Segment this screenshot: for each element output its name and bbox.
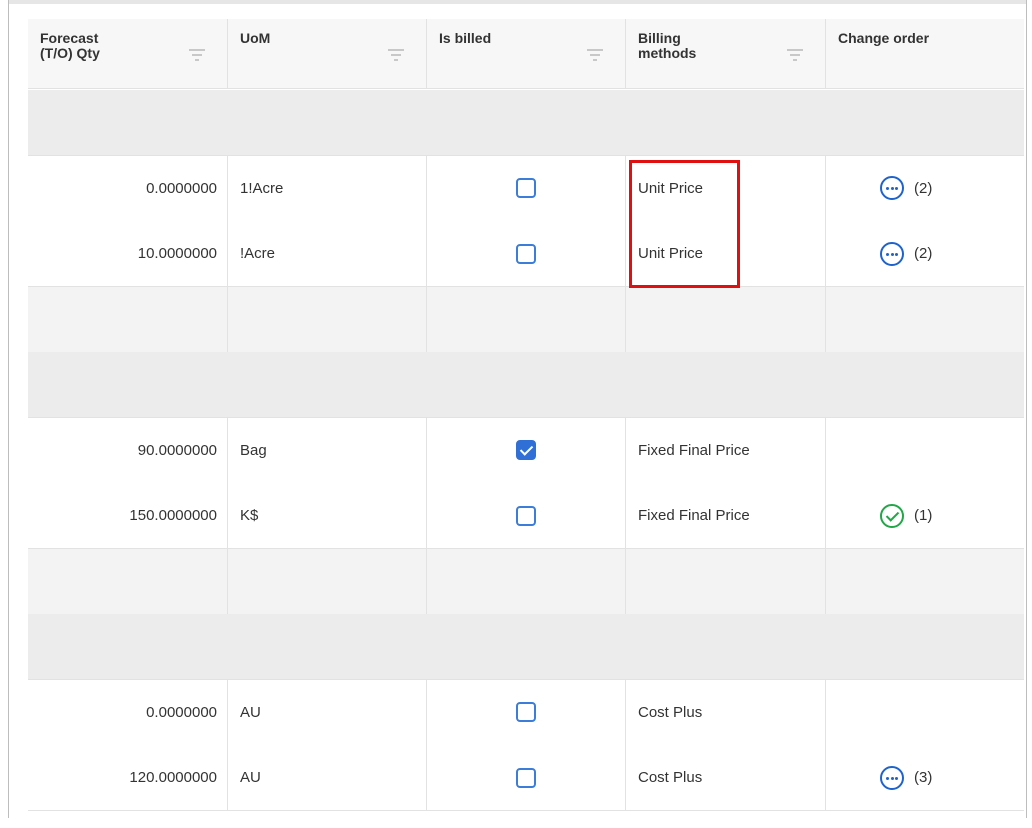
ellipsis-circle-icon[interactable]	[880, 241, 904, 266]
empty-cell	[626, 548, 826, 614]
uom-cell: 1!Acre	[228, 155, 427, 221]
group-header-row[interactable]	[28, 352, 1024, 418]
billing-method-cell: Cost Plus	[626, 679, 826, 745]
is-billed-cell	[427, 155, 626, 221]
table-row[interactable]: 120.0000000 AU Cost Plus (3)	[28, 745, 1024, 811]
filter-icon[interactable]	[189, 49, 205, 61]
billing-method-cell: Cost Plus	[626, 745, 826, 810]
is-billed-checkbox[interactable]	[516, 440, 536, 460]
ellipsis-circle-icon[interactable]	[880, 765, 904, 790]
forecast-qty-cell: 10.0000000	[28, 221, 228, 286]
change-order-cell	[826, 418, 1024, 483]
uom-cell: !Acre	[228, 221, 427, 286]
is-billed-checkbox[interactable]	[516, 243, 536, 264]
is-billed-checkbox[interactable]	[516, 702, 536, 722]
empty-cell	[228, 286, 427, 352]
column-header-billing-methods[interactable]: Billing methods	[626, 19, 826, 88]
change-order-cell: (2)	[826, 221, 1024, 286]
forecast-qty-cell: 120.0000000	[28, 745, 228, 810]
change-order-count: (3)	[914, 769, 933, 786]
is-billed-cell	[427, 745, 626, 810]
empty-cell	[626, 286, 826, 352]
subtotal-row[interactable]	[28, 286, 1024, 353]
forecast-qty-cell: 150.0000000	[28, 483, 228, 548]
column-header-change-order[interactable]: Change order	[826, 19, 1024, 88]
is-billed-cell	[427, 679, 626, 745]
change-order-cell: (2)	[826, 156, 1024, 221]
change-order-count: (2)	[914, 245, 933, 262]
billing-method-cell: Unit Price	[626, 221, 826, 286]
table-row[interactable]: 150.0000000 K$ Fixed Final Price (1)	[28, 483, 1024, 549]
change-order-cell: (3)	[826, 745, 1024, 810]
table-row[interactable]: 0.0000000 1!Acre Unit Price (2)	[28, 155, 1024, 222]
filter-icon[interactable]	[587, 49, 603, 61]
is-billed-checkbox[interactable]	[516, 178, 536, 198]
uom-cell: AU	[228, 679, 427, 745]
subtotal-row[interactable]	[28, 548, 1024, 615]
change-order-button[interactable]: (2)	[880, 176, 932, 200]
change-order-cell	[826, 680, 1024, 745]
column-label: Billing methods	[638, 30, 697, 61]
change-order-cell: (1)	[826, 483, 1024, 548]
uom-cell: K$	[228, 483, 427, 548]
is-billed-cell	[427, 417, 626, 483]
column-label: UoM	[240, 30, 271, 46]
frame-bottom-edge	[0, 818, 1032, 828]
ellipsis-circle-icon[interactable]	[880, 176, 904, 200]
change-order-count: (2)	[914, 179, 933, 197]
change-order-button[interactable]: (1)	[880, 503, 933, 528]
column-label: Change order	[838, 30, 930, 46]
group-header-row[interactable]	[28, 614, 1024, 680]
empty-cell	[427, 548, 626, 614]
change-order-count: (1)	[914, 507, 933, 524]
column-header-forecast-qty[interactable]: Forecast (T/O) Qty	[28, 19, 228, 88]
table-row[interactable]: 0.0000000 AU Cost Plus	[28, 679, 1024, 746]
change-order-button[interactable]: (2)	[880, 241, 933, 266]
empty-cell	[826, 287, 1024, 352]
billing-method-cell: Unit Price	[626, 155, 826, 221]
column-header-is-billed[interactable]: Is billed	[427, 19, 626, 88]
table-row[interactable]: 90.0000000 Bag Fixed Final Price	[28, 417, 1024, 484]
forecast-qty-cell: 0.0000000	[28, 679, 228, 745]
is-billed-cell	[427, 221, 626, 286]
empty-cell	[28, 286, 228, 352]
frame-right-border	[1026, 0, 1032, 828]
frame-top-border	[0, 0, 1032, 4]
filter-icon[interactable]	[388, 49, 404, 61]
empty-cell	[228, 548, 427, 614]
frame-left-border	[0, 0, 9, 828]
group-header-row[interactable]	[28, 90, 1024, 156]
table-row[interactable]: 10.0000000 !Acre Unit Price (2)	[28, 221, 1024, 287]
billing-method-cell: Fixed Final Price	[626, 417, 826, 483]
forecast-qty-cell: 90.0000000	[28, 417, 228, 483]
is-billed-checkbox[interactable]	[516, 767, 536, 788]
check-circle-icon[interactable]	[880, 503, 904, 528]
column-header-uom[interactable]: UoM	[228, 19, 427, 88]
billing-method-cell: Fixed Final Price	[626, 483, 826, 548]
uom-cell: AU	[228, 745, 427, 810]
is-billed-checkbox[interactable]	[516, 505, 536, 526]
forecast-qty-cell: 0.0000000	[28, 155, 228, 221]
uom-cell: Bag	[228, 417, 427, 483]
is-billed-cell	[427, 483, 626, 548]
column-label: Forecast (T/O) Qty	[40, 30, 100, 61]
grid-header: Forecast (T/O) Qty UoM Is billed Billing…	[28, 19, 1024, 89]
empty-cell	[826, 549, 1024, 614]
billing-grid: Forecast (T/O) Qty UoM Is billed Billing…	[28, 19, 1024, 819]
filter-icon[interactable]	[787, 49, 803, 61]
change-order-button[interactable]: (3)	[880, 765, 933, 790]
empty-cell	[427, 286, 626, 352]
column-label: Is billed	[439, 30, 492, 46]
empty-cell	[28, 548, 228, 614]
